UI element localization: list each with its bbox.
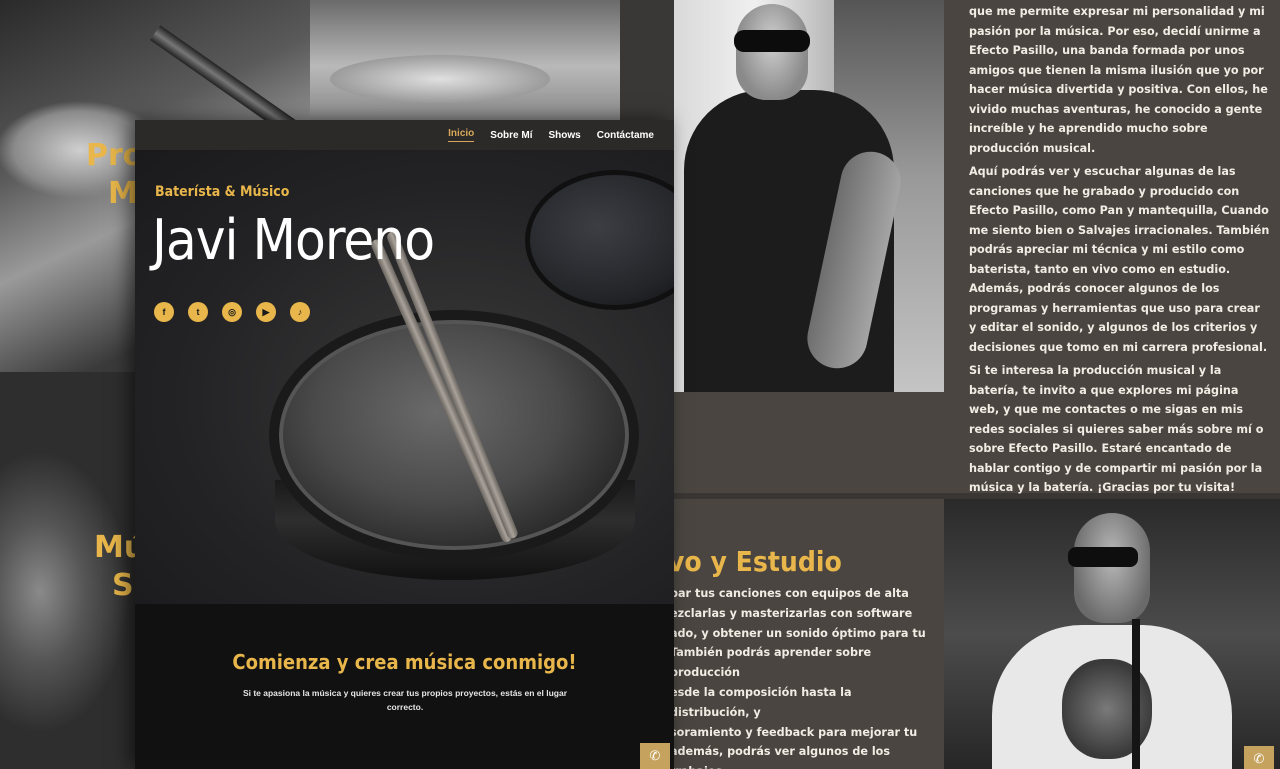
studio-heading: vo y Estudio: [668, 545, 842, 578]
tom-drum: [525, 170, 674, 310]
hero-title: Javi Moreno: [152, 208, 435, 273]
person-head: [736, 4, 808, 100]
cta-text: Si te apasiona la música y quieres crear…: [242, 688, 568, 712]
about-text: que me permite expresar mi personalidad …: [969, 2, 1271, 502]
cta-title: Comienza y crea música conmigo!: [232, 650, 577, 674]
sunglasses: [734, 30, 810, 52]
about-paragraph: que me permite expresar mi personalidad …: [969, 5, 1268, 155]
microphone-stand: [1132, 619, 1140, 769]
person-head: [1074, 513, 1150, 623]
facebook-icon[interactable]: f: [154, 302, 174, 322]
social-links: f t ◎ ▶ ♪: [154, 302, 310, 322]
phone-icon: ✆: [649, 748, 661, 763]
sunglasses: [1068, 547, 1138, 567]
phone-icon: ✆: [1253, 751, 1265, 766]
phone-button[interactable]: ✆: [640, 743, 670, 769]
studio-photo: [944, 499, 1280, 769]
youtube-icon[interactable]: ▶: [256, 302, 276, 322]
cta-section: Comienza y crea música conmigo! Si te ap…: [135, 604, 674, 769]
nav-link-sobre-mi[interactable]: Sobre Mí: [490, 130, 532, 141]
nav-link-inicio[interactable]: Inicio: [448, 128, 475, 142]
about-paragraph: Si te interesa la producción musical y l…: [969, 364, 1264, 494]
nav-bar: Inicio Sobre Mí Shows Contáctame: [135, 120, 674, 150]
about-paragraph: Aquí podrás ver y escuchar algunas de la…: [969, 165, 1270, 354]
hero-section: Baterísta & Músico Javi Moreno f t ◎ ▶ ♪: [135, 150, 674, 604]
studio-text: bar tus canciones con equipos de alta ez…: [670, 587, 926, 769]
phone-button[interactable]: ✆: [1244, 746, 1274, 769]
nav-link-shows[interactable]: Shows: [549, 130, 581, 141]
twitter-icon[interactable]: t: [188, 302, 208, 322]
tiktok-icon[interactable]: ♪: [290, 302, 310, 322]
hero-tagline: Baterísta & Músico: [155, 184, 290, 200]
instagram-icon[interactable]: ◎: [222, 302, 242, 322]
main-page: Inicio Sobre Mí Shows Contáctame Baterís…: [135, 120, 674, 769]
nav-link-contactame[interactable]: Contáctame: [597, 130, 654, 141]
cymbal-photo: [310, 0, 620, 120]
portrait-photo: [674, 0, 944, 392]
snare-drum: [269, 310, 639, 560]
